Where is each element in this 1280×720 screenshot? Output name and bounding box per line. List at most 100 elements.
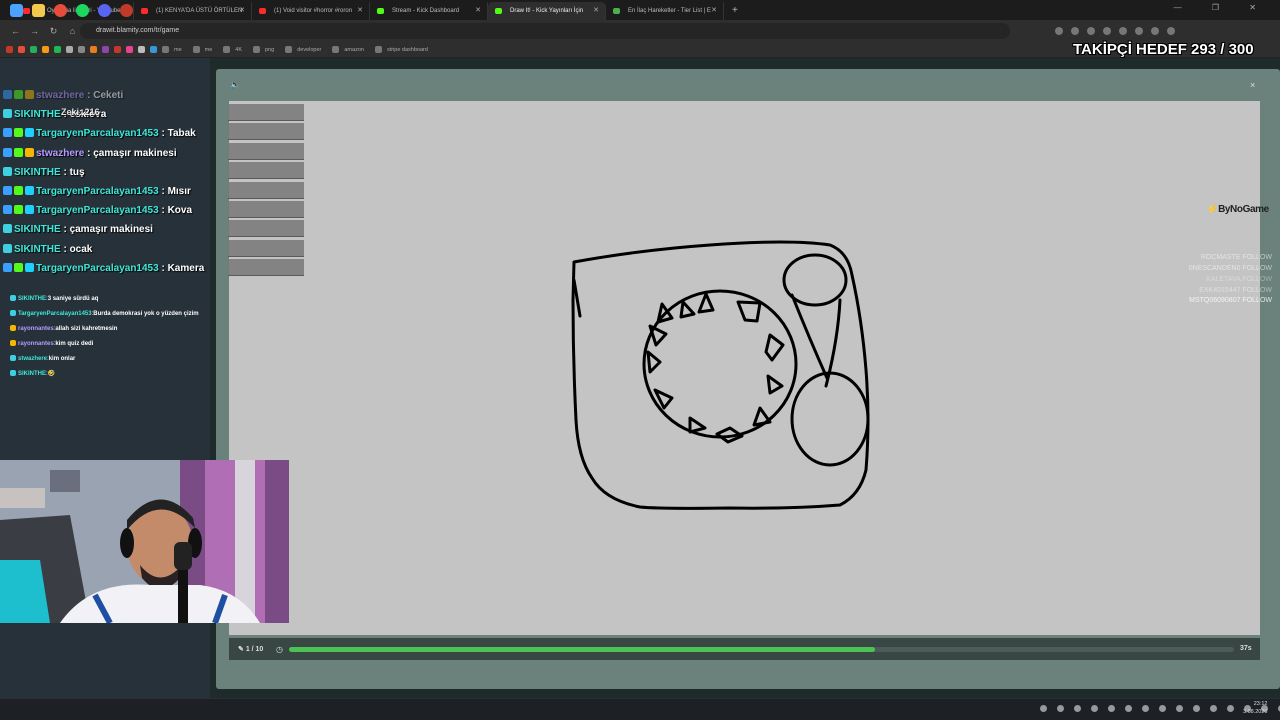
- extension-icon[interactable]: [1135, 27, 1143, 35]
- chat-badge-icon: [14, 205, 23, 215]
- close-modal-button[interactable]: ×: [1250, 80, 1255, 90]
- clock-date: 3.08.2026: [1243, 709, 1268, 715]
- bookmark-icon[interactable]: [42, 46, 49, 53]
- tray-icon[interactable]: [1176, 705, 1183, 712]
- tray-icon[interactable]: [1057, 705, 1064, 712]
- tab-close-icon[interactable]: ✕: [357, 2, 363, 20]
- extension-icon[interactable]: [1087, 27, 1095, 35]
- webcam-image: [0, 460, 289, 623]
- tray-icon[interactable]: [1108, 705, 1115, 712]
- discord-icon[interactable]: [98, 4, 111, 17]
- chat-text: Ceketi: [93, 90, 124, 101]
- clock-time: 23:12: [1253, 701, 1268, 707]
- bookmark-link[interactable]: amazon: [344, 47, 364, 53]
- tray-icon[interactable]: [1142, 705, 1149, 712]
- chat-text: allah sizi kahretmesin: [55, 326, 118, 332]
- bookmark-icon[interactable]: [126, 46, 133, 53]
- browser-tab[interactable]: En İlaç Hareketler - Tier List | E ✕: [606, 2, 724, 20]
- tray-icon[interactable]: [1210, 705, 1217, 712]
- drawing-canvas[interactable]: [229, 101, 1260, 635]
- tray-icon[interactable]: [1159, 705, 1166, 712]
- chat-username[interactable]: SIKINTHE: [18, 371, 46, 377]
- bookmark-link[interactable]: png: [265, 47, 274, 53]
- speaker-icon[interactable]: 🔈: [230, 80, 240, 89]
- chat-separator: :: [60, 243, 70, 255]
- chat-badge-icon: [3, 224, 12, 234]
- address-bar[interactable]: drawit.blamity.com/tr/game: [80, 23, 1010, 39]
- chat-username[interactable]: rayonnantes: [18, 326, 54, 332]
- chat-username[interactable]: SIKINTHE: [14, 167, 61, 178]
- extension-icon[interactable]: [1071, 27, 1079, 35]
- chat-username[interactable]: TargaryenParcalayan1453: [36, 186, 159, 197]
- chat-username[interactable]: SIKINTHE: [14, 109, 61, 120]
- chat-username[interactable]: SIKINTHE: [14, 244, 61, 255]
- bookmark-icon[interactable]: [18, 46, 25, 53]
- tray-icon[interactable]: [1193, 705, 1200, 712]
- tab-label: Stream - Kick Dashboard: [392, 8, 460, 14]
- bookmark-icon[interactable]: [102, 46, 109, 53]
- chat-username[interactable]: TargaryenParcalayan1453: [36, 263, 159, 274]
- extension-icon[interactable]: [1055, 27, 1063, 35]
- bookmark-link[interactable]: stripe dashboard: [387, 47, 428, 53]
- system-clock[interactable]: 23:12 3.08.2026: [1243, 700, 1267, 716]
- chat-text: 3 saniye sürdü aq: [47, 296, 99, 302]
- app-icon[interactable]: [120, 4, 133, 17]
- bookmark-icon[interactable]: [54, 46, 61, 53]
- new-tab-button[interactable]: +: [724, 2, 738, 20]
- chat-message: TargaryenParcalayan1453 : Tabak: [3, 128, 196, 146]
- chat-separator: :: [158, 205, 168, 217]
- browser-tab[interactable]: Stream - Kick Dashboard ✕: [370, 2, 488, 20]
- chat-username[interactable]: TargaryenParcalayan1453: [36, 128, 159, 139]
- tray-icon[interactable]: [1040, 705, 1047, 712]
- bookmark-icon[interactable]: [78, 46, 85, 53]
- chat-username[interactable]: SIKINTHE: [14, 224, 61, 235]
- bookmark-icon[interactable]: [90, 46, 97, 53]
- tab-close-icon[interactable]: ✕: [593, 2, 599, 20]
- reload-button[interactable]: ↻: [44, 26, 63, 37]
- bookmark-icon[interactable]: [150, 46, 157, 53]
- chat-username[interactable]: TargaryenParcalayan1453: [18, 311, 92, 317]
- extension-icon[interactable]: [1103, 27, 1111, 35]
- extension-icon[interactable]: [1167, 27, 1175, 35]
- chat-username[interactable]: stwazhere: [36, 148, 84, 159]
- file-explorer-icon[interactable]: [32, 4, 45, 17]
- bookmark-icon[interactable]: [138, 46, 145, 53]
- browser-tab[interactable]: (1) KENYA'DA ÜSTÜ ÖRTÜLEN ✕: [134, 2, 252, 20]
- chat-badge-icon: [14, 186, 23, 195]
- browser-tab[interactable]: Draw It! - Kick Yayınları İçin ✕: [488, 2, 606, 20]
- chat-username[interactable]: rayonnantes: [18, 341, 54, 347]
- bookmark-link[interactable]: me: [174, 47, 182, 53]
- tray-icon[interactable]: [1074, 705, 1081, 712]
- bookmark-link[interactable]: 4K: [235, 47, 242, 53]
- tab-close-icon[interactable]: ✕: [475, 2, 481, 20]
- bookmark-link[interactable]: me: [205, 47, 213, 53]
- tray-icon[interactable]: [1227, 705, 1234, 712]
- forward-button[interactable]: →: [25, 26, 44, 36]
- bookmark-icon[interactable]: [66, 46, 73, 53]
- chat-username[interactable]: stwazhere: [18, 356, 47, 362]
- bookmark-folder-icon: [192, 46, 200, 53]
- bookmark-icon[interactable]: [6, 46, 13, 53]
- bookmark-folder-icon: [285, 46, 293, 53]
- tray-icon[interactable]: [1091, 705, 1098, 712]
- chat-text: Tabak: [167, 128, 196, 140]
- bookmark-icon[interactable]: [30, 46, 37, 53]
- back-button[interactable]: ←: [6, 26, 25, 36]
- tab-close-icon[interactable]: ✕: [239, 2, 245, 20]
- chat-overlay: stwazhere : Ceketi SIKINTHE : eskiova Zeki…: [0, 90, 305, 282]
- chat-username[interactable]: TargaryenParcalayan1453: [36, 205, 159, 216]
- extension-icon[interactable]: [1119, 27, 1127, 35]
- window-controls[interactable]: — ❐ ✕: [1174, 3, 1270, 12]
- tab-close-icon[interactable]: ✕: [711, 2, 717, 20]
- spotify-icon[interactable]: [76, 4, 89, 17]
- tray-icon[interactable]: [1125, 705, 1132, 712]
- tab-label: En İlaç Hareketler - Tier List | E: [628, 8, 711, 14]
- chat-username[interactable]: stwazhere: [36, 90, 84, 101]
- windows-start-icon[interactable]: [10, 4, 23, 17]
- bookmark-icon[interactable]: [114, 46, 121, 53]
- chrome-icon[interactable]: [54, 4, 67, 17]
- extension-icon[interactable]: [1151, 27, 1159, 35]
- browser-tab[interactable]: (1) Void visitor #horror #roron ✕: [252, 2, 370, 20]
- chat-username[interactable]: SIKINTHE: [18, 296, 46, 302]
- bookmark-link[interactable]: developer: [297, 47, 321, 53]
